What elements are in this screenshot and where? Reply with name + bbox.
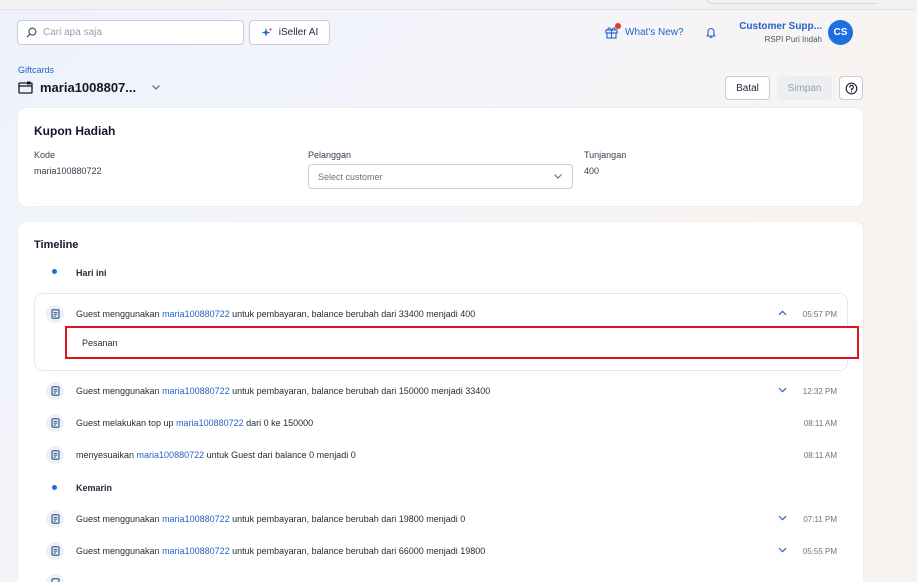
timeline-event[interactable]: Guest menggunakan maria100880722 untuk p… (18, 382, 863, 402)
sparkle-icon (261, 27, 273, 37)
document-icon (46, 382, 64, 400)
day-label-yesterday: Kemarin (76, 483, 113, 493)
document-icon (46, 574, 64, 582)
event-text: Guest melakukan top up maria100880722 da… (76, 418, 314, 428)
search-box[interactable] (17, 20, 244, 45)
order-detail-highlight[interactable]: Pesanan (65, 326, 859, 359)
giftcard-link[interactable]: maria100880722 (162, 386, 230, 396)
timeline-event-partial (18, 574, 863, 582)
chevron-down-icon[interactable] (151, 84, 161, 91)
breadcrumb-giftcards[interactable]: Giftcards (18, 65, 54, 75)
event-text: menyesuaikan maria100880722 untuk Guest … (76, 450, 356, 460)
customer-select-placeholder: Select customer (318, 171, 383, 182)
giftcard-link[interactable]: maria100880722 (162, 546, 230, 556)
document-icon (46, 446, 64, 464)
whats-new-link[interactable]: What's New? (605, 23, 684, 39)
timeline-event[interactable]: Guest menggunakan maria100880722 untuk p… (18, 542, 863, 562)
document-icon (46, 510, 64, 528)
page-title-row: maria1008807... (18, 80, 161, 95)
document-icon (46, 414, 64, 432)
notification-dot (615, 23, 621, 29)
card-icon (18, 81, 33, 94)
chevron-down-icon (554, 174, 562, 179)
giftcard-link[interactable]: maria100880722 (137, 450, 205, 460)
timeline-card: Timeline Hari ini Guest menggunakan mari… (18, 222, 863, 582)
iseller-ai-label: iSeller AI (278, 27, 319, 38)
coupon-card: Kupon Hadiah Kode maria100880722 Pelangg… (18, 108, 863, 206)
help-button[interactable] (839, 76, 863, 100)
giftcard-link[interactable]: maria100880722 (162, 514, 230, 524)
event-text: Guest menggunakan maria100880722 untuk p… (76, 514, 466, 524)
document-icon (46, 542, 64, 560)
giftcard-link[interactable]: maria100880722 (176, 418, 244, 428)
timeline-heading: Timeline (34, 239, 79, 251)
avatar[interactable]: CS (828, 20, 853, 45)
top-tab-edge (707, 0, 877, 4)
iseller-ai-button[interactable]: iSeller AI (249, 20, 330, 45)
giftcard-link[interactable]: maria100880722 (162, 309, 230, 319)
top-strip (0, 0, 917, 10)
user-name: Customer Supp... (739, 21, 822, 32)
timeline-event: menyesuaikan maria100880722 untuk Guest … (18, 446, 863, 466)
timeline-event: Guest melakukan top up maria100880722 da… (18, 414, 863, 434)
event-time: 05:57 PM (802, 310, 837, 319)
cancel-button[interactable]: Batal (725, 76, 770, 100)
event-time: 08:11 AM (803, 419, 837, 428)
timeline-event[interactable]: Guest menggunakan maria100880722 untuk p… (18, 510, 863, 530)
event-text: Guest menggunakan maria100880722 untuk p… (76, 309, 476, 319)
customer-select[interactable]: Select customer (308, 164, 573, 189)
chevron-down-icon[interactable] (778, 515, 787, 521)
event-time: 12:32 PM (802, 387, 837, 396)
timeline-day-dot (52, 269, 57, 274)
save-button[interactable]: Simpan (777, 76, 832, 100)
event-text: Guest menggunakan maria100880722 untuk p… (76, 386, 491, 396)
code-label: Kode (34, 150, 56, 160)
search-input[interactable] (43, 27, 233, 38)
page-title: maria1008807... (40, 80, 137, 95)
chevron-down-icon[interactable] (778, 547, 787, 553)
event-time: 08:11 AM (803, 451, 837, 460)
event-time: 05:55 PM (802, 547, 837, 556)
timeline-day-dot (52, 485, 57, 490)
document-icon (46, 305, 64, 323)
timeline-event[interactable]: Guest menggunakan maria100880722 untuk p… (18, 305, 863, 325)
code-value: maria100880722 (34, 166, 102, 176)
gift-icon (605, 23, 621, 39)
coupon-heading: Kupon Hadiah (34, 124, 116, 138)
whats-new-label: What's New? (625, 26, 684, 38)
event-time: 07:11 PM (803, 515, 837, 524)
question-circle-icon (845, 82, 857, 94)
user-menu[interactable]: Customer Supp... RSPI Puri Indah (700, 21, 822, 44)
user-location: RSPI Puri Indah (764, 35, 822, 44)
day-label-today: Hari ini (76, 268, 107, 278)
allowance-label: Tunjangan (584, 150, 627, 160)
chevron-up-icon[interactable] (778, 310, 787, 316)
search-icon (26, 27, 37, 38)
allowance-value: 400 (584, 166, 600, 176)
order-detail-label: Pesanan (82, 337, 118, 348)
event-text: Guest menggunakan maria100880722 untuk p… (76, 546, 486, 556)
customer-label: Pelanggan (308, 150, 352, 160)
chevron-down-icon[interactable] (778, 387, 787, 393)
